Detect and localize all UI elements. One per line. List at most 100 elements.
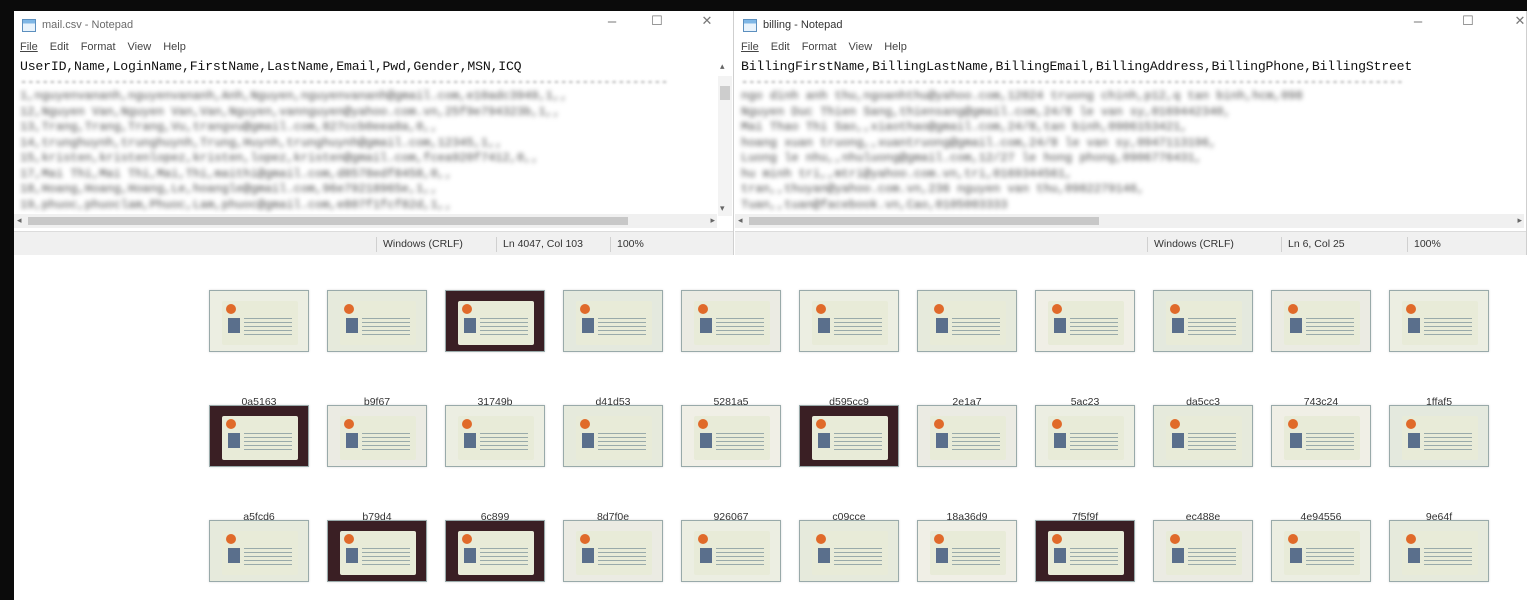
portrait-photo: [582, 318, 594, 333]
id-card-image: [681, 405, 781, 467]
file-thumbnail[interactable]: 1ffaf5: [1380, 290, 1498, 408]
menu-view[interactable]: View: [849, 41, 873, 57]
card-text-lines: [1188, 315, 1236, 337]
file-thumbnail[interactable]: b9f67: [318, 290, 436, 408]
emblem-icon: [462, 304, 472, 314]
portrait-photo: [582, 548, 594, 563]
file-thumbnail[interactable]: [1026, 520, 1144, 600]
emblem-icon: [1288, 419, 1298, 429]
minimize-icon[interactable]: –: [601, 13, 623, 30]
title-bar[interactable]: billing - Notepad – ☐ ✕: [735, 11, 1526, 39]
id-card-image: [681, 290, 781, 352]
text-editor-area[interactable]: UserID,Name,LoginName,FirstName,LastName…: [14, 58, 717, 216]
portrait-photo: [1054, 433, 1066, 448]
id-card: [930, 531, 1006, 575]
file-thumbnail[interactable]: 926067: [672, 405, 790, 523]
file-thumbnail[interactable]: 5281a5: [672, 290, 790, 408]
file-thumbnail[interactable]: [672, 520, 790, 600]
menu-file[interactable]: File: [20, 41, 38, 57]
title-bar[interactable]: mail.csv - Notepad – ☐ ✕: [14, 11, 733, 39]
file-thumbnail[interactable]: 31749b: [436, 290, 554, 408]
menu-file[interactable]: File: [741, 41, 759, 57]
file-thumbnail[interactable]: 2e1a7: [908, 290, 1026, 408]
menu-edit[interactable]: Edit: [50, 41, 69, 57]
file-thumbnail[interactable]: [1262, 520, 1380, 600]
id-card-image: [445, 405, 545, 467]
scroll-left-icon[interactable]: ◂: [738, 215, 743, 226]
scrollbar-thumb[interactable]: [28, 217, 628, 225]
menu-format[interactable]: Format: [81, 41, 116, 57]
emblem-icon: [1052, 534, 1062, 544]
emblem-icon: [226, 534, 236, 544]
file-thumbnail[interactable]: [318, 520, 436, 600]
file-thumbnail[interactable]: 743c24: [1262, 290, 1380, 408]
file-thumbnail[interactable]: [554, 520, 672, 600]
portrait-photo: [818, 318, 830, 333]
file-thumbnail[interactable]: [908, 520, 1026, 600]
id-card-image: [563, 520, 663, 582]
file-thumbnail[interactable]: [1380, 520, 1498, 600]
emblem-icon: [344, 419, 354, 429]
emblem-icon: [226, 304, 236, 314]
file-thumbnail[interactable]: d595cc9: [790, 290, 908, 408]
scrollbar-thumb[interactable]: [749, 217, 1099, 225]
scroll-down-icon[interactable]: ▾: [720, 203, 725, 214]
portrait-photo: [1172, 433, 1184, 448]
minimize-icon[interactable]: –: [1407, 13, 1429, 30]
file-thumbnail[interactable]: 4e94556: [1262, 405, 1380, 523]
close-icon[interactable]: ✕: [1509, 13, 1526, 29]
maximize-icon[interactable]: ☐: [1457, 13, 1479, 29]
file-thumbnail[interactable]: da5cc3: [1144, 290, 1262, 408]
file-thumbnail[interactable]: [436, 520, 554, 600]
horizontal-scrollbar[interactable]: ◂ ▸: [14, 214, 717, 228]
scrollbar-thumb[interactable]: [720, 86, 730, 100]
file-thumbnail[interactable]: 7f5f9f: [1026, 405, 1144, 523]
menu-help[interactable]: Help: [884, 41, 907, 57]
menu-format[interactable]: Format: [802, 41, 837, 57]
menu-file-label: File: [20, 41, 38, 53]
file-thumbnail[interactable]: ec488e: [1144, 405, 1262, 523]
scroll-right-icon[interactable]: ▸: [710, 215, 715, 226]
file-thumbnail[interactable]: d41d53: [554, 290, 672, 408]
card-text-lines: [480, 545, 528, 567]
file-thumbnail[interactable]: 8d7f0e: [554, 405, 672, 523]
horizontal-scrollbar[interactable]: ◂ ▸: [735, 214, 1524, 228]
file-thumbnail[interactable]: 9e64f: [1380, 405, 1498, 523]
id-card: [1402, 301, 1478, 345]
menu-help[interactable]: Help: [163, 41, 186, 57]
scroll-up-icon[interactable]: ▴: [720, 61, 725, 72]
id-card: [1166, 301, 1242, 345]
maximize-icon[interactable]: ☐: [646, 13, 668, 29]
file-thumbnail[interactable]: b79d4: [318, 405, 436, 523]
file-thumbnail[interactable]: a5fcd6: [200, 405, 318, 523]
file-thumbnail[interactable]: 18a36d9: [908, 405, 1026, 523]
close-icon[interactable]: ✕: [696, 13, 718, 29]
portrait-photo: [346, 318, 358, 333]
id-card-image: [327, 520, 427, 582]
id-card: [222, 301, 298, 345]
notepad-window-mail-csv[interactable]: mail.csv - Notepad – ☐ ✕ File Edit Forma…: [14, 11, 734, 255]
notepad-icon: [743, 18, 757, 32]
id-card: [1284, 301, 1360, 345]
file-thumbnail[interactable]: 6c899: [436, 405, 554, 523]
id-card-image: [917, 290, 1017, 352]
text-editor-area[interactable]: BillingFirstName,BillingLastName,Billing…: [735, 58, 1524, 216]
menu-view[interactable]: View: [128, 41, 152, 57]
id-card: [1402, 416, 1478, 460]
file-thumbnail[interactable]: [1144, 520, 1262, 600]
id-card: [694, 416, 770, 460]
notepad-window-billing[interactable]: billing - Notepad – ☐ ✕ File Edit Format…: [735, 11, 1527, 255]
vertical-scrollbar[interactable]: [718, 76, 732, 216]
id-card-image: [1389, 520, 1489, 582]
scroll-right-icon[interactable]: ▸: [1517, 215, 1522, 226]
id-card-image: [1153, 290, 1253, 352]
file-thumbnail[interactable]: 0a5163: [200, 290, 318, 408]
file-thumbnail[interactable]: c09cce: [790, 405, 908, 523]
file-thumbnail[interactable]: [790, 520, 908, 600]
file-thumbnail[interactable]: [200, 520, 318, 600]
portrait-photo: [1408, 318, 1420, 333]
redacted-row: 12,Nguyen Van,Nguyen Van,Van,Nguyen,vann…: [20, 104, 561, 119]
scroll-left-icon[interactable]: ◂: [17, 215, 22, 226]
menu-edit[interactable]: Edit: [771, 41, 790, 57]
file-thumbnail[interactable]: 5ac23: [1026, 290, 1144, 408]
